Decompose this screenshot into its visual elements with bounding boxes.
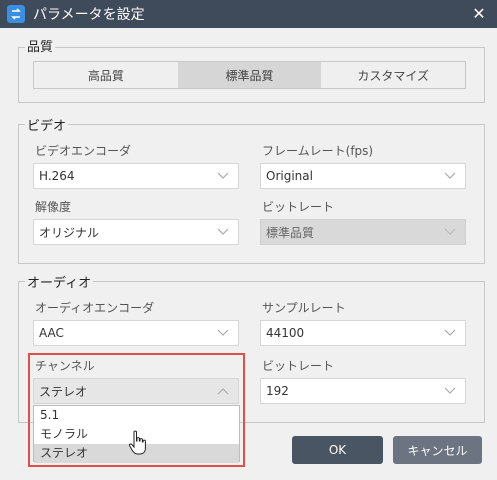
framerate-label: フレームレート(fps)	[262, 144, 374, 158]
audio-bitrate-select[interactable]: 192	[260, 378, 466, 404]
quality-option-high[interactable]: 高品質	[34, 62, 178, 88]
resolution-label: 解像度	[35, 200, 72, 214]
quality-option-standard[interactable]: 標準品質	[177, 62, 322, 88]
audio-encoder-select[interactable]: AAC	[33, 320, 239, 346]
quality-option-custom[interactable]: カスタマイズ	[321, 62, 465, 88]
channel-select[interactable]: ステレオ	[33, 378, 239, 404]
video-bitrate-value: 標準品質	[266, 225, 315, 240]
audio-bitrate-label: ビットレート	[262, 359, 335, 373]
video-bitrate-label: ビットレート	[262, 200, 335, 214]
samplerate-value: 44100	[266, 326, 305, 340]
chevron-down-icon	[444, 387, 456, 394]
ok-button[interactable]: OK	[292, 436, 383, 464]
cancel-button[interactable]: キャンセル	[393, 436, 482, 464]
resolution-select[interactable]: オリジナル	[33, 219, 239, 245]
hand-cursor-icon	[128, 430, 146, 455]
audio-encoder-label: オーディオエンコーダ	[35, 301, 155, 315]
video-encoder-select[interactable]: H.264	[33, 163, 239, 189]
quality-segmented-control: 高品質 標準品質 カスタマイズ	[33, 61, 466, 89]
framerate-select[interactable]: Original	[260, 163, 466, 189]
app-logo-icon	[7, 5, 25, 23]
close-icon[interactable]: ✕	[469, 4, 489, 24]
video-encoder-value: H.264	[39, 169, 75, 183]
video-bitrate-select: 標準品質	[260, 219, 466, 245]
channel-value: ステレオ	[39, 384, 88, 399]
quality-section-label: 品質	[25, 36, 56, 55]
chevron-down-icon	[444, 172, 456, 179]
chevron-up-icon	[217, 388, 229, 395]
chevron-down-icon	[444, 329, 456, 336]
samplerate-select[interactable]: 44100	[260, 320, 466, 346]
audio-section-label: オーディオ	[25, 272, 94, 291]
chevron-down-icon	[444, 228, 456, 235]
chevron-down-icon	[217, 228, 229, 235]
audio-bitrate-value: 192	[266, 384, 289, 398]
audio-encoder-value: AAC	[39, 326, 64, 340]
video-encoder-label: ビデオエンコーダ	[35, 144, 132, 158]
framerate-value: Original	[266, 169, 313, 183]
chevron-down-icon	[217, 172, 229, 179]
channel-option-5-1[interactable]: 5.1	[34, 406, 239, 425]
resolution-value: オリジナル	[39, 225, 100, 240]
window-title: パラメータを設定	[33, 7, 145, 23]
title-bar: パラメータを設定 ✕	[0, 0, 497, 28]
channel-label: チャンネル	[35, 359, 95, 373]
samplerate-label: サンプルレート	[262, 301, 346, 315]
chevron-down-icon	[217, 329, 229, 336]
video-section-label: ビデオ	[25, 115, 69, 134]
